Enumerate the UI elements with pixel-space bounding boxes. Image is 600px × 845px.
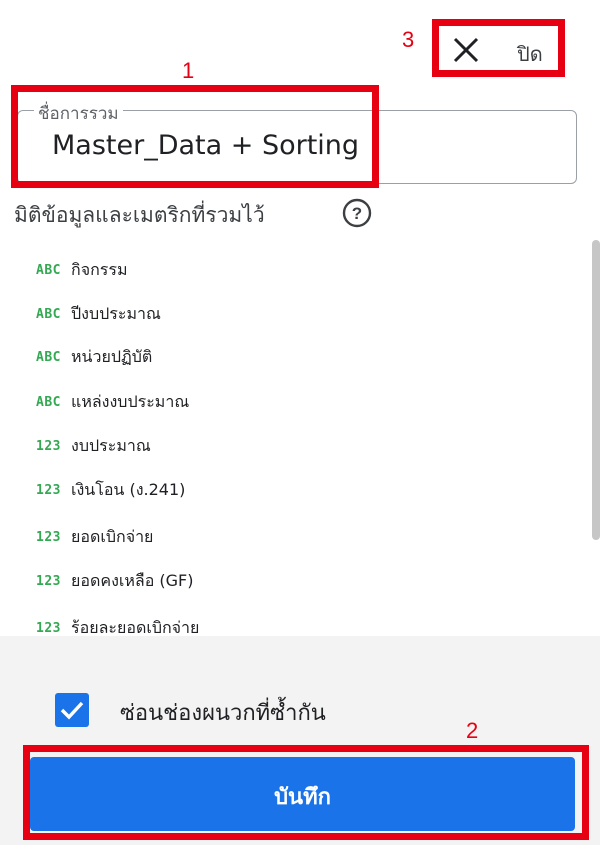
- close-label: ปิด: [517, 42, 543, 66]
- field-label: ยอดเบิกจ่าย: [71, 526, 154, 546]
- annotation-box-1: [11, 85, 379, 188]
- hide-duplicates-checkbox[interactable]: [55, 693, 89, 727]
- close-button[interactable]: ปิด: [432, 19, 565, 77]
- field-label: แหล่งงบประมาณ: [71, 391, 190, 411]
- number-type-icon: 123: [36, 438, 61, 454]
- list-scrollbar[interactable]: [592, 240, 600, 540]
- number-type-icon: 123: [36, 529, 61, 545]
- field-label: ยอดคงเหลือ (GF): [71, 570, 194, 590]
- annotation-label-2: 2: [466, 718, 479, 743]
- section-title: มิติข้อมูลและเมตริกที่รวมไว้: [14, 203, 265, 227]
- close-icon: [453, 37, 479, 63]
- annotation-box-2: [23, 745, 589, 840]
- field-label: กิจกรรม: [71, 259, 128, 279]
- field-label: หน่วยปฏิบัติ: [71, 346, 153, 366]
- number-type-icon: 123: [36, 620, 61, 636]
- text-type-icon: ABC: [36, 306, 61, 322]
- annotation-label-1: 1: [182, 58, 195, 83]
- hide-duplicates-label: ซ่อนช่องผนวกที่ซ้ำกัน: [120, 701, 326, 726]
- fields-list: ABC กิจกรรม ABC ปีงบประมาณ ABC หน่วยปฏิบ…: [0, 248, 592, 637]
- field-label: ปีงบประมาณ: [71, 303, 161, 323]
- number-type-icon: 123: [36, 482, 61, 498]
- number-type-icon: 123: [36, 573, 61, 589]
- field-label: เงินโอน (ง.241): [71, 479, 186, 499]
- help-icon[interactable]: ?: [341, 197, 373, 229]
- annotation-label-3: 3: [402, 27, 415, 52]
- svg-text:?: ?: [352, 204, 362, 223]
- check-icon: [60, 701, 84, 720]
- field-label: งบประมาณ: [71, 435, 151, 455]
- text-type-icon: ABC: [36, 349, 61, 365]
- field-label: ร้อยละยอดเบิกจ่าย: [71, 617, 200, 637]
- text-type-icon: ABC: [36, 262, 61, 278]
- text-type-icon: ABC: [36, 394, 61, 410]
